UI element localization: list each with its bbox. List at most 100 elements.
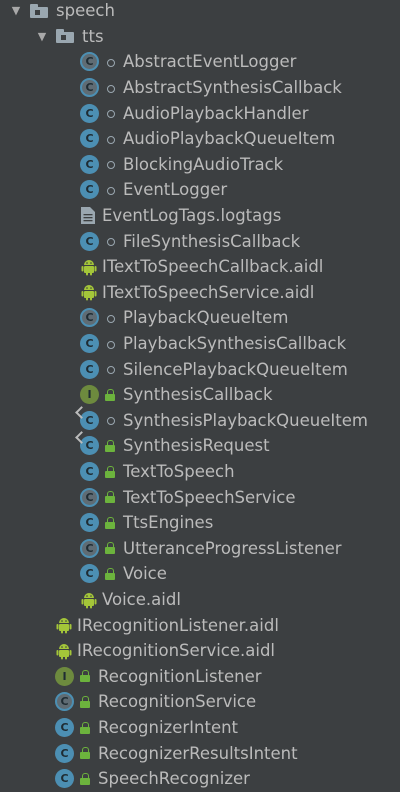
class-icon: C	[80, 564, 99, 584]
tree-item-label: AudioPlaybackHandler	[123, 103, 309, 123]
tree-item-label: SilencePlaybackQueueItem	[123, 359, 348, 379]
tree-row[interactable]: C TextToSpeech	[0, 459, 400, 485]
public-lock-icon	[105, 567, 115, 580]
class-pinned-icon: C	[75, 406, 99, 430]
tree-row[interactable]: C SpeechRecognizer	[0, 766, 400, 792]
abstract-class-icon: C	[80, 78, 99, 98]
android-aidl-icon	[80, 258, 102, 276]
package-private-icon	[105, 82, 115, 94]
expand-arrow-icon[interactable]: ▼	[8, 3, 24, 19]
public-lock-icon	[105, 542, 115, 555]
tree-item-label: speech	[56, 1, 115, 21]
class-icon: C	[55, 769, 74, 789]
tree-item-label: PlaybackSynthesisCallback	[123, 334, 347, 354]
tree-row[interactable]: ITextToSpeechService.aidl	[0, 280, 400, 306]
project-tree: ▼ speech ▼ tts C AbstractEventLogger C Abstract…	[0, 0, 400, 792]
tree-item-label: SpeechRecognizer	[98, 769, 250, 789]
tree-row[interactable]: C SynthesisRequest	[0, 431, 400, 459]
tree-item-label: tts	[82, 26, 104, 46]
class-icon: C	[55, 718, 74, 738]
tree-row[interactable]: C BlockingAudioTrack	[0, 152, 400, 178]
abstract-class-icon: C	[80, 308, 99, 328]
public-lock-icon	[105, 465, 115, 478]
tree-row[interactable]: C RecognitionService	[0, 689, 400, 715]
tree-row[interactable]: C Voice	[0, 561, 400, 587]
tree-row[interactable]: C RecognizerResultsIntent	[0, 740, 400, 766]
expand-arrow-icon[interactable]: ▼	[34, 28, 50, 44]
package-folder-icon	[56, 29, 74, 44]
tree-row[interactable]: C TtsEngines	[0, 510, 400, 536]
tree-row[interactable]: C UtteranceProgressListener	[0, 536, 400, 562]
tree-row[interactable]: C RecognizerIntent	[0, 715, 400, 741]
tree-item-label: TextToSpeech	[123, 462, 235, 482]
tree-item-label: RecognizerResultsIntent	[98, 743, 298, 763]
public-lock-icon	[80, 670, 90, 683]
public-lock-icon	[80, 695, 90, 708]
public-lock-icon	[80, 747, 90, 760]
abstract-class-icon: C	[80, 52, 99, 72]
tree-item-label: FileSynthesisCallback	[123, 231, 301, 251]
interface-icon: I	[80, 385, 99, 405]
public-lock-icon	[105, 516, 115, 529]
package-folder-icon	[30, 3, 48, 18]
tree-row[interactable]: I SynthesisCallback	[0, 382, 400, 408]
tree-item-label: RecognitionListener	[98, 666, 262, 686]
tree-row[interactable]: IRecognitionService.aidl	[0, 638, 400, 664]
class-icon: C	[55, 743, 74, 763]
class-icon: C	[80, 129, 99, 149]
class-icon: C	[80, 334, 99, 354]
tree-row[interactable]: ▼ tts	[0, 24, 400, 50]
tree-item-label: Voice	[123, 564, 167, 584]
package-private-icon	[105, 235, 115, 247]
tree-item-label: IRecognitionListener.aidl	[77, 615, 279, 635]
tree-item-label: RecognitionService	[98, 692, 257, 712]
tree-row[interactable]: C SilencePlaybackQueueItem	[0, 356, 400, 382]
tree-row[interactable]: C PlaybackSynthesisCallback	[0, 331, 400, 357]
class-icon: C	[80, 513, 99, 533]
android-aidl-icon	[55, 616, 77, 634]
tree-item-label: SynthesisPlaybackQueueItem	[123, 410, 368, 430]
tree-row[interactable]: ▼ speech	[0, 0, 400, 24]
tree-item-label: AbstractEventLogger	[123, 52, 297, 72]
tree-item-label: AudioPlaybackQueueItem	[123, 129, 336, 149]
tree-item-label: RecognizerIntent	[98, 718, 239, 738]
package-private-icon	[105, 107, 115, 119]
package-private-icon	[105, 312, 115, 324]
tree-row[interactable]: I RecognitionListener	[0, 664, 400, 690]
tree-item-label: BlockingAudioTrack	[123, 154, 284, 174]
tree-item-label: SynthesisRequest	[123, 436, 270, 456]
class-icon: C	[80, 180, 99, 200]
tree-row[interactable]: C PlaybackQueueItem	[0, 305, 400, 331]
package-private-icon	[105, 133, 115, 145]
tree-row[interactable]: Voice.aidl	[0, 587, 400, 613]
tree-row[interactable]: C FileSynthesisCallback	[0, 228, 400, 254]
package-private-icon	[105, 363, 115, 375]
tree-row[interactable]: ITextToSpeechCallback.aidl	[0, 254, 400, 280]
android-aidl-icon	[80, 283, 102, 301]
interface-icon: I	[55, 666, 74, 686]
android-aidl-icon	[80, 591, 102, 609]
tree-row[interactable]: EventLogTags.logtags	[0, 203, 400, 229]
class-icon: C	[80, 103, 99, 123]
tree-item-label: AbstractSynthesisCallback	[123, 78, 342, 98]
tree-row[interactable]: C AudioPlaybackHandler	[0, 100, 400, 126]
package-private-icon	[105, 414, 115, 426]
tree-item-label: EventLogger	[123, 180, 228, 200]
public-lock-icon	[80, 772, 90, 785]
tree-item-label: TextToSpeechService	[123, 487, 296, 507]
public-lock-icon	[105, 388, 115, 401]
tree-row[interactable]: IRecognitionListener.aidl	[0, 612, 400, 638]
tree-row[interactable]: C SynthesisPlaybackQueueItem	[0, 406, 400, 434]
tree-row[interactable]: C AudioPlaybackQueueItem	[0, 126, 400, 152]
package-private-icon	[105, 338, 115, 350]
tree-item-label: Voice.aidl	[102, 590, 181, 610]
class-icon: C	[80, 462, 99, 482]
android-aidl-icon	[55, 642, 77, 660]
public-lock-icon	[105, 439, 115, 452]
tree-row[interactable]: C AbstractSynthesisCallback	[0, 75, 400, 101]
tree-item-label: PlaybackQueueItem	[123, 308, 289, 328]
tree-row[interactable]: C EventLogger	[0, 177, 400, 203]
package-private-icon	[105, 158, 115, 170]
tree-row[interactable]: C TextToSpeechService	[0, 484, 400, 510]
tree-row[interactable]: C AbstractEventLogger	[0, 49, 400, 75]
